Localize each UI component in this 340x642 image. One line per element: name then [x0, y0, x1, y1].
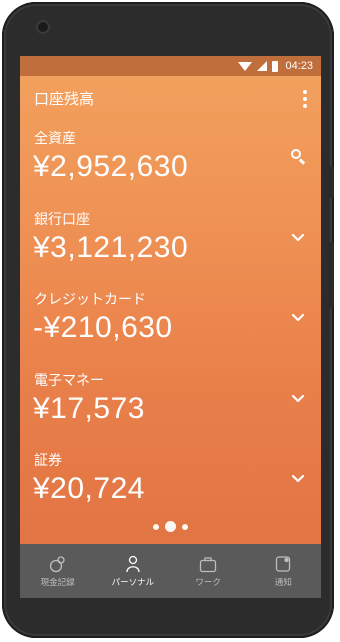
- nav-label: ワーク: [195, 577, 221, 588]
- nav-item-work[interactable]: ワーク: [171, 544, 246, 598]
- account-label: クレジットカード: [34, 292, 146, 308]
- page-dot[interactable]: [182, 523, 188, 530]
- account-label: 電子マネー: [34, 373, 104, 389]
- chevron-down-icon[interactable]: [289, 390, 307, 408]
- page-title: 口座残高: [34, 90, 95, 108]
- account-amount: ¥3,121,230: [33, 231, 189, 264]
- account-bank[interactable]: 銀行口座 ¥3,121,230: [20, 209, 321, 289]
- account-label: 全資産: [34, 131, 76, 147]
- account-amount: ¥20,724: [33, 472, 145, 505]
- battery-icon: [272, 60, 279, 72]
- chevron-down-icon[interactable]: [289, 309, 307, 327]
- account-total-assets[interactable]: 全資産 ¥2,952,630: [20, 128, 321, 208]
- page-indicator: [20, 521, 321, 532]
- app-bar: 口座残高: [20, 76, 321, 120]
- power-button: [328, 166, 334, 198]
- page-dot[interactable]: [153, 523, 159, 530]
- front-camera: [36, 20, 50, 34]
- account-credit-card[interactable]: クレジットカード -¥210,630: [20, 289, 321, 369]
- account-amount: ¥17,573: [33, 392, 145, 425]
- status-bar: 04:23: [20, 56, 321, 76]
- more-options-icon[interactable]: [303, 90, 307, 108]
- page-dot-active[interactable]: [165, 521, 176, 532]
- nav-item-notification[interactable]: 通知: [246, 544, 321, 598]
- nav-item-cash-record[interactable]: 現金記録: [20, 544, 95, 598]
- account-e-money[interactable]: 電子マネー ¥17,573: [20, 370, 321, 450]
- volume-button: [328, 242, 334, 308]
- chevron-down-icon[interactable]: [289, 470, 307, 488]
- person-icon: [126, 555, 140, 572]
- briefcase-icon: [199, 556, 217, 572]
- nav-label: パーソナル: [111, 577, 155, 588]
- search-icon[interactable]: [289, 148, 307, 166]
- phone-frame: 04:23 口座残高 全資産 ¥2,952,630 銀行口座 ¥3,121,23…: [2, 2, 334, 638]
- cash-record-icon: [49, 555, 65, 572]
- status-time: 04:23: [285, 60, 313, 72]
- nav-item-personal[interactable]: パーソナル: [95, 544, 170, 598]
- account-amount: -¥210,630: [33, 311, 173, 344]
- account-label: 証券: [34, 453, 62, 469]
- account-securities[interactable]: 証券 ¥20,724: [20, 450, 321, 530]
- screen: 04:23 口座残高 全資産 ¥2,952,630 銀行口座 ¥3,121,23…: [20, 56, 321, 598]
- nav-label: 通知: [274, 577, 292, 588]
- chevron-down-icon[interactable]: [289, 229, 307, 247]
- bottom-navigation: 現金記録 パーソナル ワーク 通知: [20, 544, 321, 598]
- wifi-icon: [238, 62, 253, 71]
- nav-label: 現金記録: [40, 577, 75, 588]
- notification-icon: [276, 555, 291, 572]
- account-label: 銀行口座: [34, 212, 90, 228]
- signal-icon: [257, 61, 268, 71]
- account-amount: ¥2,952,630: [33, 150, 189, 183]
